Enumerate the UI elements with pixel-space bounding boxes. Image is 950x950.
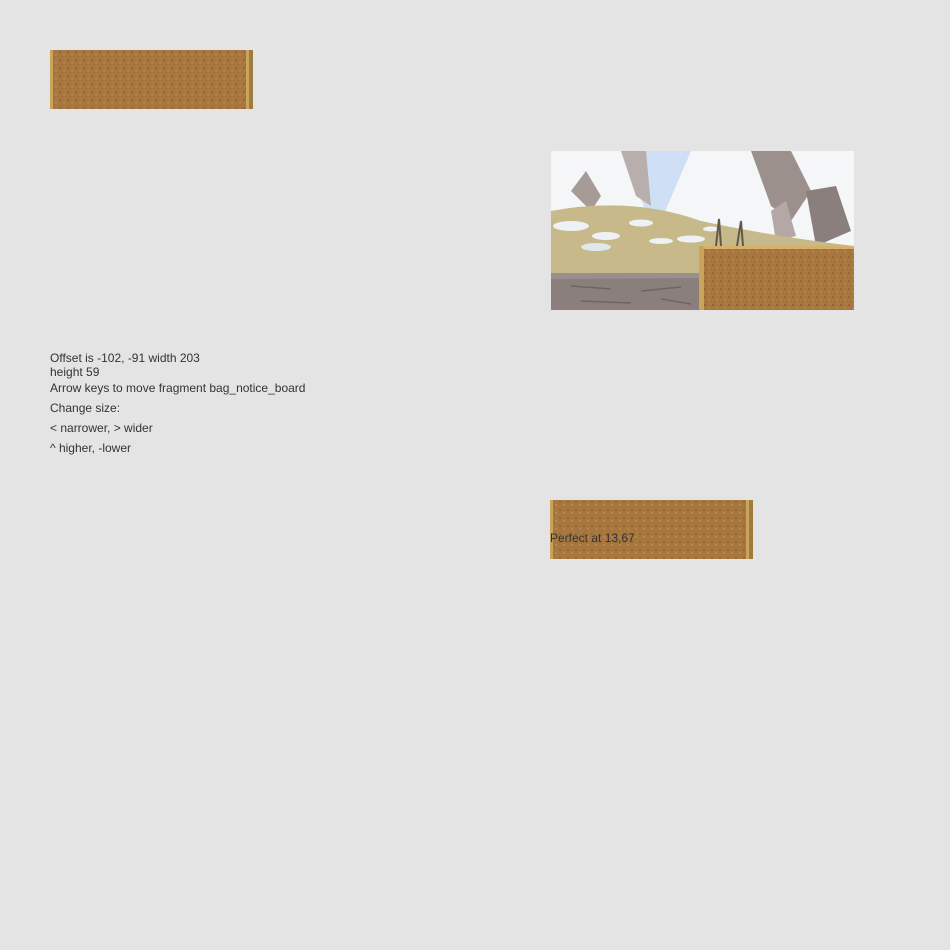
editor-stage: Offset is -102, -91 width 203 height 59 … [0, 0, 950, 950]
info-panel: Offset is -102, -91 width 203 height 59 … [50, 351, 305, 455]
fragment-preview-cork-board [50, 50, 253, 109]
height-text: height 59 [50, 365, 100, 379]
height-controls-text: ^ higher, -lower [50, 441, 131, 455]
perfect-position-text: Perfect at 13,67 [550, 531, 635, 545]
change-size-label: Change size: [50, 401, 121, 415]
offset-text: Offset is -102, -91 width 203 [50, 351, 200, 365]
fragment-target-cork-board [550, 500, 753, 559]
scene-view [551, 151, 854, 310]
instructions-text: Arrow keys to move fragment bag_notice_b… [50, 381, 306, 395]
width-controls-text: < narrower, > wider [50, 421, 153, 435]
